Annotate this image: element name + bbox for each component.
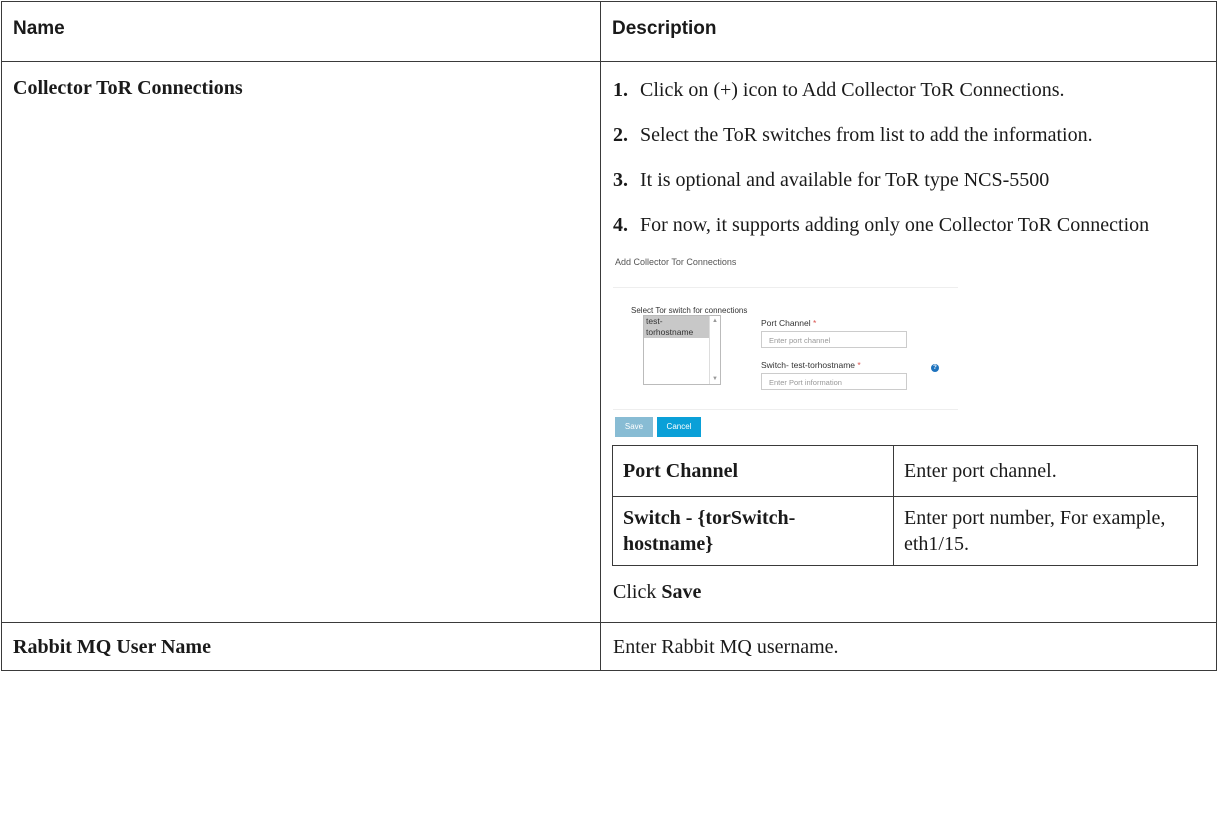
- field-label: Switch - {torSwitch-hostname}: [612, 496, 894, 566]
- port-channel-input[interactable]: Enter port channel: [761, 331, 907, 348]
- divider: [613, 287, 958, 288]
- step-number: 4.: [613, 214, 628, 236]
- header-description-cell: Description: [600, 1, 1217, 62]
- table-row: Port Channel Enter port channel.: [612, 445, 1198, 497]
- port-channel-label: Port Channel *: [761, 318, 817, 328]
- header-name: Name: [13, 18, 65, 39]
- divider: [613, 409, 958, 410]
- help-icon[interactable]: ?: [931, 364, 939, 372]
- dialog-screenshot: Add Collector Tor Connections Select Tor…: [613, 257, 958, 437]
- scroll-down-icon[interactable]: ▼: [712, 376, 718, 382]
- table-header-row: Name Description: [1, 1, 1217, 62]
- steps-list: 1. Click on (+) icon to Add Collector ToR…: [613, 77, 1216, 239]
- dialog-title: Add Collector Tor Connections: [615, 257, 737, 267]
- table-row: Rabbit MQ User Name Enter Rabbit MQ user…: [1, 622, 1217, 671]
- name-cell: Collector ToR Connections: [1, 61, 601, 623]
- table-row: Switch - {torSwitch-hostname} Enter port…: [612, 496, 1198, 566]
- step-number: 3.: [613, 169, 628, 191]
- step-text: For now, it supports adding only one Col…: [640, 214, 1150, 236]
- save-keyword: Save: [661, 581, 702, 603]
- cancel-button[interactable]: Cancel: [657, 417, 701, 437]
- switch-label: Switch- test-torhostname *: [761, 360, 861, 370]
- scrollbar[interactable]: ▲ ▼: [709, 316, 720, 384]
- switch-port-input[interactable]: Enter Port information: [761, 373, 907, 390]
- table-row: Collector ToR Connections 1. Click on (+)…: [1, 61, 1217, 623]
- step-text: Click on (+) icon to Add Collector ToR C…: [640, 79, 1065, 101]
- description-cell: 1. Click on (+) icon to Add Collector ToR…: [600, 61, 1217, 623]
- scroll-up-icon[interactable]: ▲: [712, 318, 718, 324]
- list-option[interactable]: test-torhostname: [644, 316, 710, 338]
- row-description: Enter Rabbit MQ username.: [613, 636, 839, 658]
- click-save-instruction: Click Save: [613, 581, 702, 603]
- fields-table: Port Channel Enter port channel. Switch …: [612, 445, 1198, 566]
- list-item: 4. For now, it supports adding only one C…: [613, 212, 1216, 239]
- select-switch-label: Select Tor switch for connections: [631, 306, 748, 315]
- field-value: Enter port number, For example, eth1/15.: [893, 496, 1198, 566]
- save-button[interactable]: Save: [615, 417, 653, 437]
- name-cell: Rabbit MQ User Name: [1, 622, 601, 671]
- parameter-table: Name Description Collector ToR Connectio…: [1, 1, 1217, 671]
- step-text: Select the ToR switches from list to add…: [640, 124, 1093, 146]
- tor-switch-listbox[interactable]: test-torhostname ▲ ▼: [643, 315, 721, 385]
- description-cell: Enter Rabbit MQ username.: [600, 622, 1217, 671]
- description-content: 1. Click on (+) icon to Add Collector ToR…: [601, 62, 1216, 604]
- step-number: 1.: [613, 79, 628, 101]
- step-text: It is optional and available for ToR typ…: [640, 169, 1050, 191]
- row-name: Collector ToR Connections: [13, 77, 243, 99]
- list-item: 3. It is optional and available for ToR t…: [613, 167, 1216, 194]
- list-item: 2. Select the ToR switches from list to a…: [613, 122, 1216, 149]
- field-value: Enter port channel.: [893, 445, 1198, 497]
- row-name: Rabbit MQ User Name: [13, 636, 211, 658]
- field-label: Port Channel: [612, 445, 894, 497]
- required-mark: *: [813, 318, 817, 328]
- required-mark: *: [857, 360, 861, 370]
- header-description: Description: [612, 18, 717, 39]
- header-name-cell: Name: [1, 1, 601, 62]
- list-item: 1. Click on (+) icon to Add Collector ToR…: [613, 77, 1216, 104]
- step-number: 2.: [613, 124, 628, 146]
